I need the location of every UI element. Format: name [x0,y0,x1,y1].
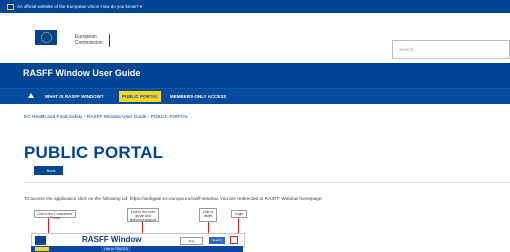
label-user-guide: Link to the user guide and technical sup… [127,208,159,222]
home-icon[interactable] [28,93,34,98]
eu-stars-icon [40,32,52,43]
breadcrumb: EC Health and Food Safety › RASFF Window… [24,115,188,120]
breadcrumb-current: PUBLIC PORTAL [150,115,189,120]
label-login: Login [231,210,247,218]
divider [24,182,510,183]
nav-item-members-only[interactable]: MEMBERS-ONLY ACCESS [170,94,226,99]
screenshot-search-button: Search [209,237,225,244]
logo-line2: Commission [75,40,103,46]
screenshot-nav: Link to TRACES [31,246,243,252]
screenshot-app-title: RASFF Window [82,235,142,244]
logo-text: European Commission [75,34,103,46]
screenshot-eu-logo-icon [35,236,46,245]
european-commission-logo[interactable] [35,30,57,45]
eu-official-bar: An official website of the European Unio… [0,0,510,13]
annotation-line [238,218,239,234]
back-button[interactable]: ← Back [34,166,63,175]
eu-flag-icon [7,3,14,10]
homepage-screenshot: Link to the Consumers' Portal Link to th… [24,208,252,252]
nav-item-public-portal[interactable]: PUBLIC PORTAL [119,91,162,102]
breadcrumb-item[interactable]: RASFF Window User Guide [87,115,147,120]
official-website-text[interactable]: An official website of the European Unio… [17,4,142,10]
screenshot-nav-highlight [35,247,49,251]
header: European Commission Search [0,13,510,64]
breadcrumb-separator: › [147,115,150,120]
screenshot-login-icon [230,236,238,244]
logo-separator [109,34,110,47]
nav-item-what-is-rasff[interactable]: WHAT IS RASFF WINDOW? [45,94,104,99]
breadcrumb-separator: › [83,115,86,120]
search-input[interactable]: Search [392,40,510,59]
page-title: PUBLIC PORTAL [24,143,164,162]
breadcrumb-item[interactable]: EC Health and Food Safety [24,115,82,120]
label-db-jet: Link to db/jet [199,208,217,222]
screenshot-traces-link: Link to TRACES [101,246,131,252]
label-consumers-portal: Link to the Consumers' Portal [34,210,76,220]
screenshot-language-select: Eng [180,237,203,245]
access-instructions: To access the application click on the f… [24,196,323,201]
main-navigation: WHAT IS RASFF WINDOW? PUBLIC PORTAL MEMB… [0,88,510,104]
site-title[interactable]: RASFF Window User Guide [23,68,140,78]
